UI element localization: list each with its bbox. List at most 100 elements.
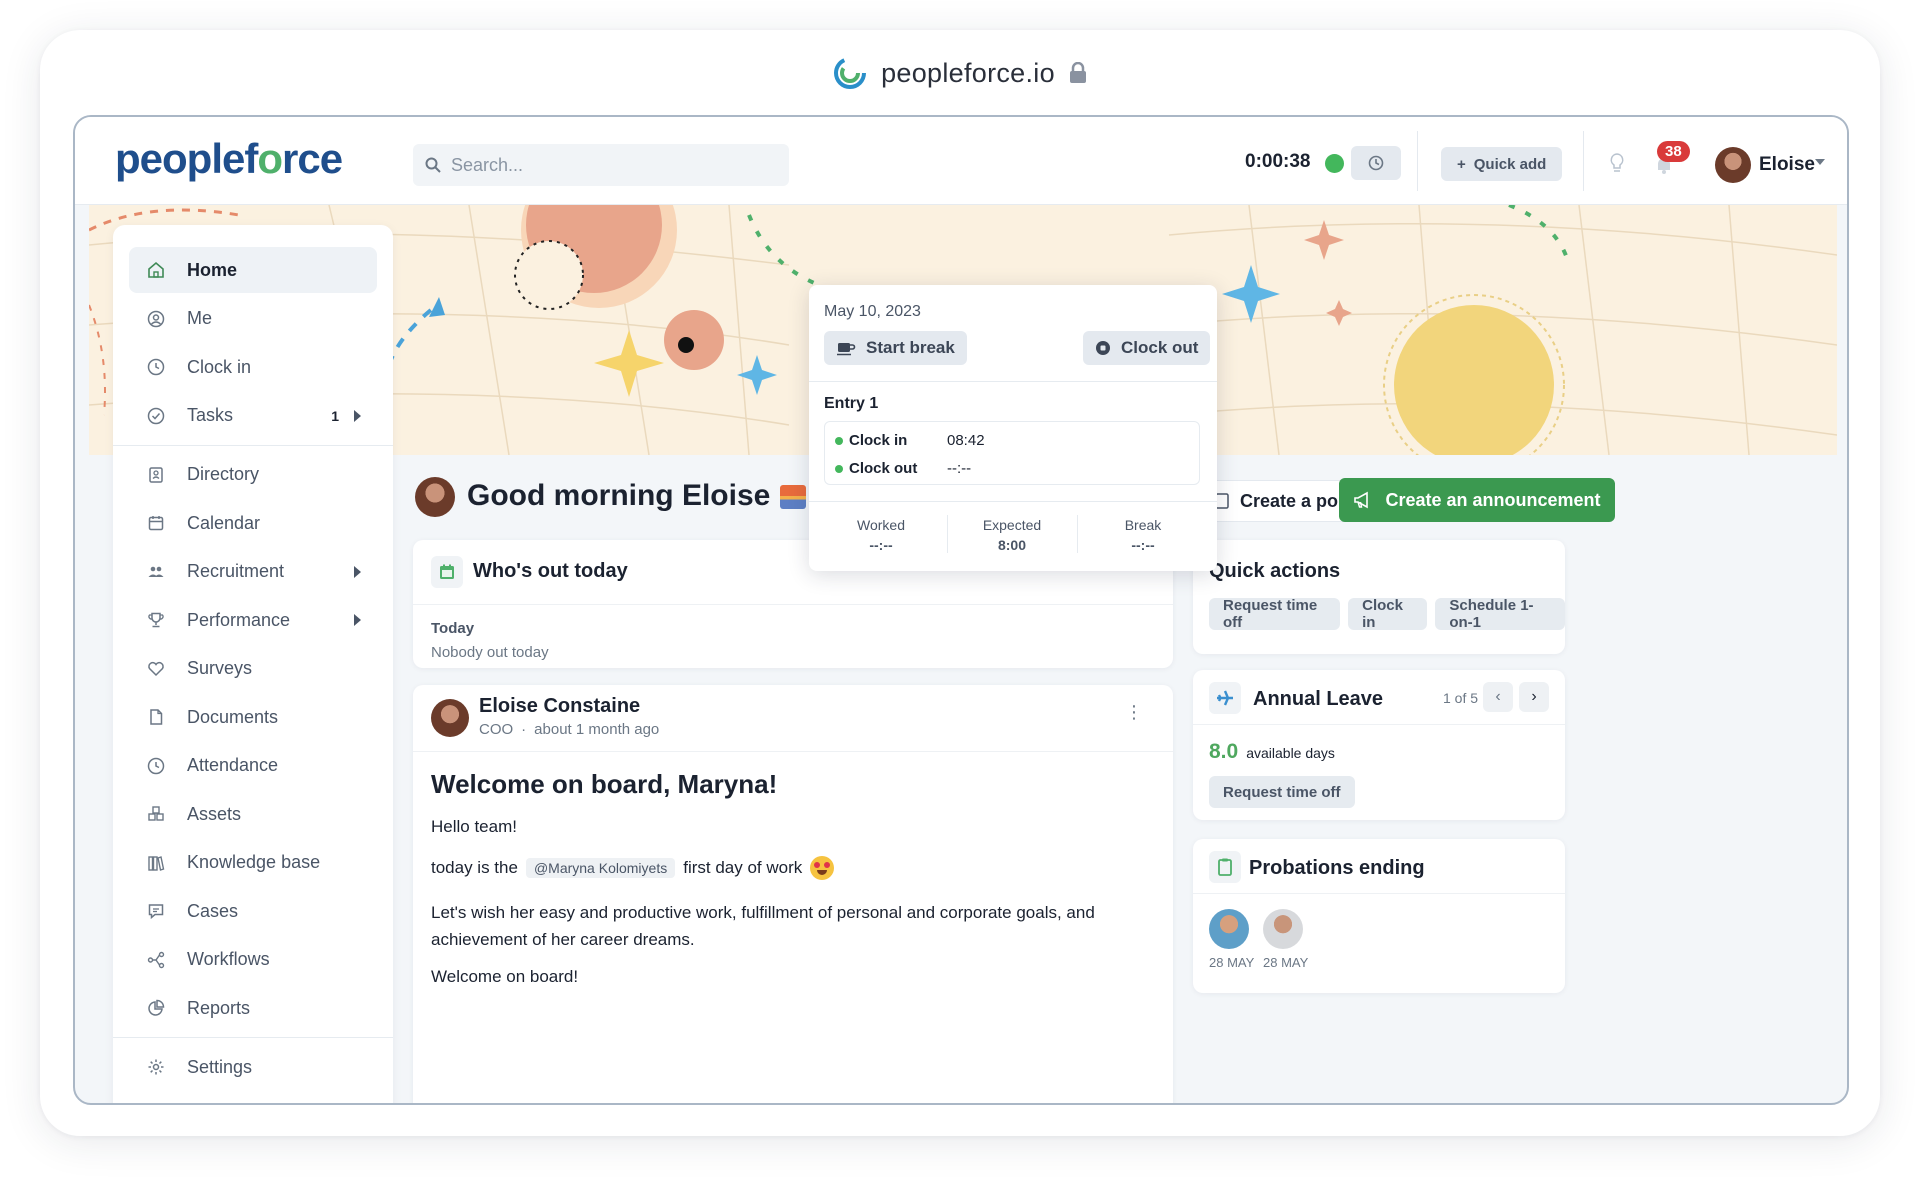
popup-date: May 10, 2023 <box>824 303 921 320</box>
probation-person[interactable]: 28 MAY <box>1263 909 1308 970</box>
url-text[interactable]: peopleforce.io <box>881 58 1055 89</box>
schedule-one-on-one-button[interactable]: Schedule 1-on-1 <box>1435 597 1566 631</box>
topbar-divider <box>1583 131 1584 191</box>
sidebar-item-recruitment[interactable]: Recruitment <box>129 549 377 595</box>
sidebar-item-cases[interactable]: Cases <box>129 888 377 934</box>
card-divider <box>1193 724 1565 725</box>
sidebar-item-knowledge-base[interactable]: Knowledge base <box>129 840 377 886</box>
clock-icon <box>1368 155 1384 171</box>
pager-text: 1 of 5 <box>1443 690 1479 706</box>
entry-box: Clock in 08:42 Clock out --:-- <box>824 421 1200 485</box>
document-icon <box>147 708 165 726</box>
sidebar-item-performance[interactable]: Performance <box>129 597 377 643</box>
clock-out-button[interactable]: Clock out <box>1083 331 1211 365</box>
avatar <box>415 477 455 517</box>
sidebar: Home Me Clock in Tasks 1 Directory Calen… <box>113 225 393 1103</box>
sidebar-item-surveys[interactable]: Surveys <box>129 646 377 692</box>
notification-badge[interactable]: 38 <box>1657 141 1690 162</box>
create-poll-label: Create a poll <box>1240 490 1349 511</box>
sidebar-item-tasks[interactable]: Tasks 1 <box>129 393 377 439</box>
status-dot <box>835 436 843 445</box>
meta-separator: · <box>521 721 527 738</box>
card-divider <box>413 751 1173 752</box>
sidebar-divider <box>113 1037 393 1038</box>
sidebar-item-label: Calendar <box>187 512 261 533</box>
post-meta: COO · about 1 month ago <box>479 721 659 738</box>
megaphone-icon <box>1354 491 1369 509</box>
chevron-right-icon[interactable]: › <box>1519 682 1549 712</box>
check-circle-icon <box>147 407 165 425</box>
sidebar-item-home[interactable]: Home <box>129 247 377 293</box>
entry-label: Clock in <box>849 432 908 449</box>
card-divider <box>1193 893 1565 894</box>
start-break-button[interactable]: Start break <box>824 331 967 365</box>
clock-out-label: Clock out <box>1121 338 1199 357</box>
clock-icon <box>147 757 165 775</box>
sidebar-item-documents[interactable]: Documents <box>129 694 377 740</box>
search-placeholder: Search... <box>451 154 524 175</box>
probations-card: Probations ending 28 MAY 28 MAY <box>1193 839 1565 993</box>
post-title: Welcome on board, Maryna! <box>431 769 778 799</box>
timer-clock-button[interactable] <box>1351 146 1401 180</box>
chevron-down-icon[interactable] <box>1815 159 1825 165</box>
entry-title: Entry 1 <box>824 395 879 412</box>
sidebar-item-assets[interactable]: Assets <box>129 791 377 837</box>
stat-label: Expected <box>982 517 1042 533</box>
avatar[interactable] <box>1715 147 1751 183</box>
stat-label: Break <box>1124 517 1162 533</box>
expected-stat: Expected 8:00 <box>944 517 1080 553</box>
post-line: Hello team! <box>431 817 517 836</box>
sidebar-item-attendance[interactable]: Attendance <box>129 743 377 789</box>
url-bar: peopleforce.io <box>0 48 1920 98</box>
quick-add-button[interactable]: + Quick add <box>1441 147 1563 181</box>
entry-clock-in-row: Clock in <box>835 432 907 449</box>
sidebar-item-workflows[interactable]: Workflows <box>129 937 377 983</box>
mention-tag[interactable]: @Maryna Kolomiyets <box>525 858 676 878</box>
probation-person[interactable]: 28 MAY <box>1209 909 1254 970</box>
sidebar-item-clock-in[interactable]: Clock in <box>129 344 377 390</box>
entry-clock-out-value: --:-- <box>947 460 972 477</box>
clock-icon <box>147 358 165 376</box>
worked-stat: Worked --:-- <box>813 517 949 553</box>
post-line: Welcome on board! <box>431 967 579 986</box>
lightbulb-icon[interactable] <box>1609 153 1625 173</box>
sidebar-item-label: Attendance <box>187 755 279 775</box>
user-circle-icon <box>147 310 165 328</box>
trophy-icon <box>147 611 165 629</box>
request-time-off-button[interactable]: Request time off <box>1209 776 1355 808</box>
sidebar-item-label: Tasks <box>187 405 234 425</box>
post-author[interactable]: Eloise Constaine <box>479 695 640 718</box>
timer-status-dot <box>1325 154 1344 173</box>
sidebar-item-calendar[interactable]: Calendar <box>129 500 377 546</box>
stat-value: --:-- <box>1131 537 1155 553</box>
clipboard-icon <box>1209 851 1241 883</box>
whos-out-title: Who's out today <box>473 560 628 582</box>
entry-clock-out-row: Clock out <box>835 460 917 477</box>
sidebar-item-directory[interactable]: Directory <box>129 452 377 498</box>
brand-logo[interactable]: peopleforce <box>115 135 343 183</box>
home-icon <box>147 261 165 279</box>
more-options-icon[interactable]: ⋮ <box>1125 703 1143 721</box>
post-author-role: COO <box>479 721 514 738</box>
chevron-left-icon[interactable]: ‹ <box>1483 682 1513 712</box>
search-input[interactable]: Search... <box>413 144 789 186</box>
status-dot <box>835 464 843 473</box>
sidebar-item-me[interactable]: Me <box>129 296 377 342</box>
stop-icon <box>1096 341 1110 355</box>
clock-in-button[interactable]: Clock in <box>1348 597 1428 631</box>
cubes-icon <box>147 805 165 823</box>
user-menu-name[interactable]: Eloise <box>1759 154 1815 176</box>
quick-add-label: Quick add <box>1473 155 1547 173</box>
sidebar-item-label: Reports <box>187 997 251 1018</box>
break-stat: Break --:-- <box>1075 517 1211 553</box>
create-announcement-button[interactable]: Create an announcement <box>1339 478 1615 522</box>
gear-icon <box>147 1058 165 1076</box>
request-time-off-button[interactable]: Request time off <box>1209 597 1341 631</box>
sidebar-item-settings[interactable]: Settings <box>129 1044 377 1090</box>
timer-value: 0:00:38 <box>1245 151 1311 172</box>
people-icon <box>147 563 165 581</box>
post-time: about 1 month ago <box>534 721 660 738</box>
avatar <box>431 699 469 737</box>
announcement-post-card: Eloise Constaine COO · about 1 month ago… <box>413 685 1173 1103</box>
sidebar-item-reports[interactable]: Reports <box>129 985 377 1031</box>
